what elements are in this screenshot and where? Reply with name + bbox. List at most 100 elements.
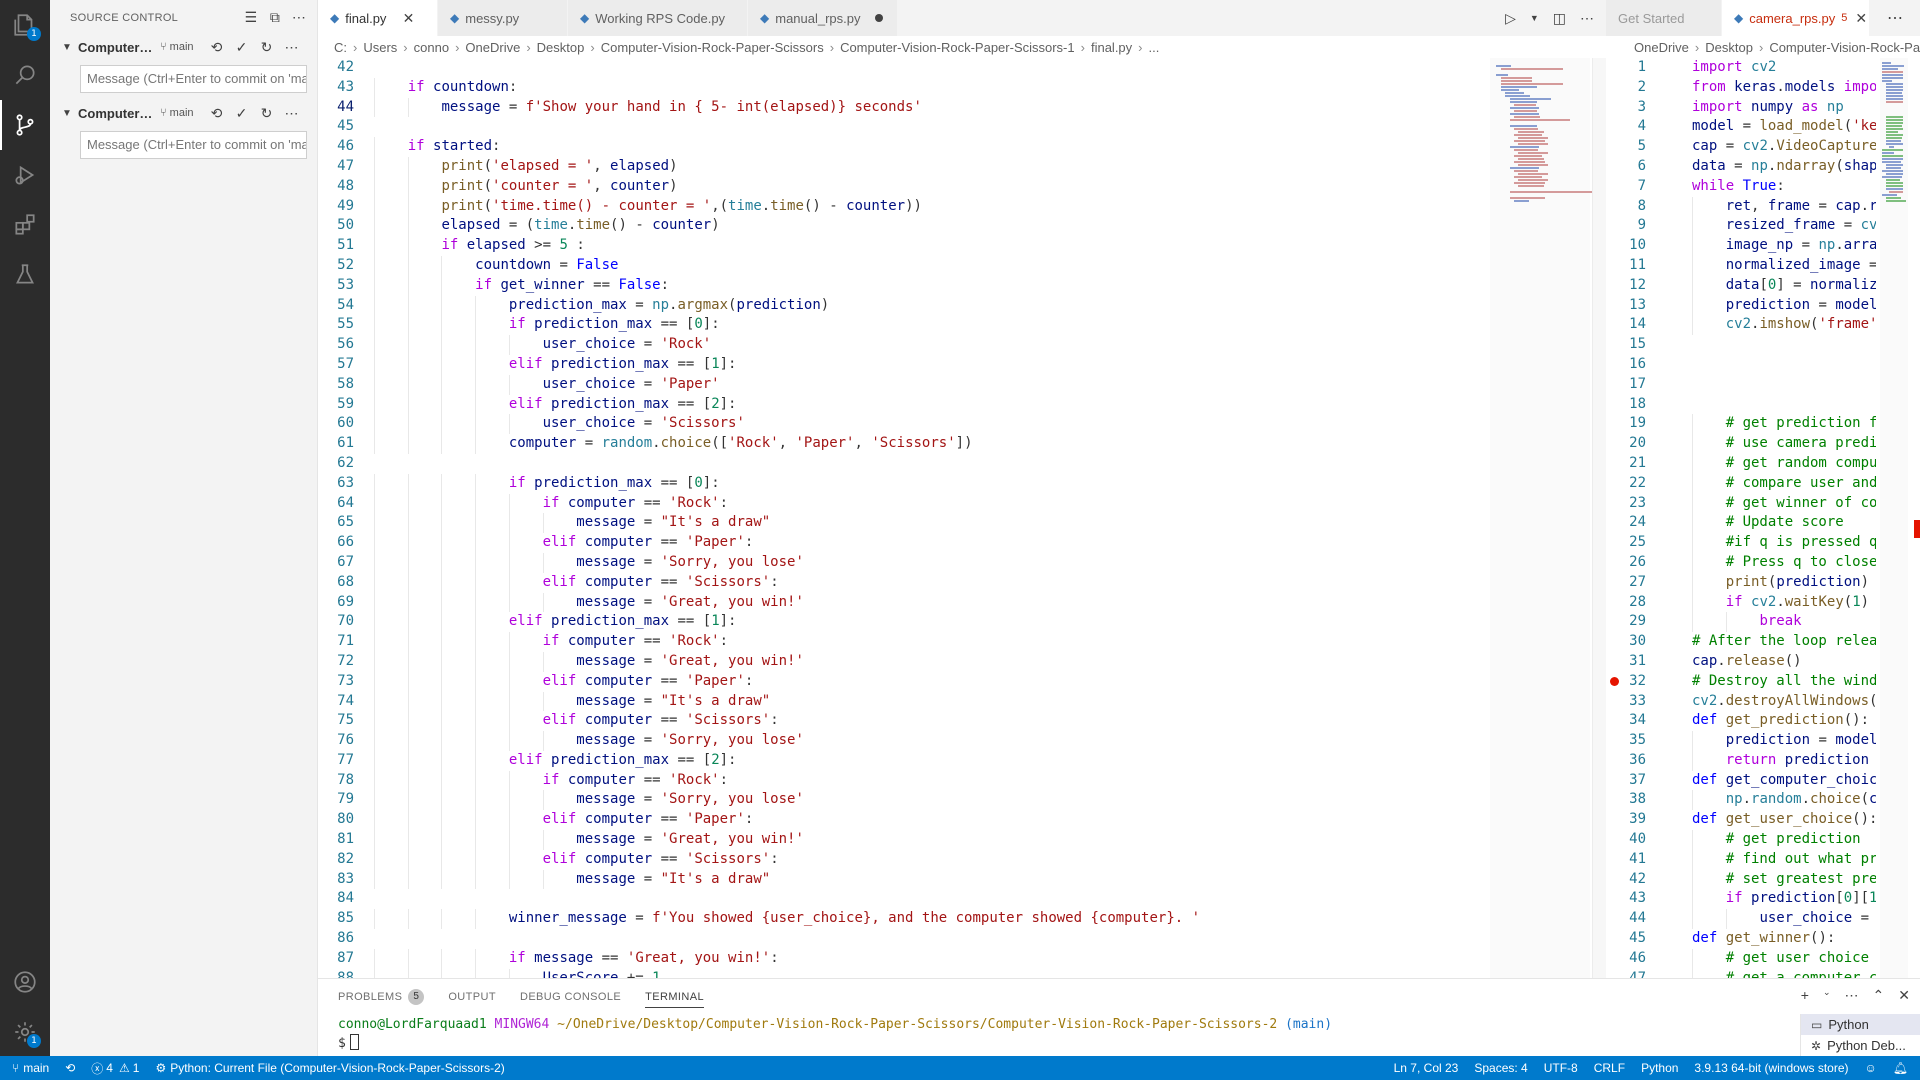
close-icon[interactable]: ✕ xyxy=(1898,987,1910,1004)
code-line[interactable]: 70 elif prediction_max == [1]: xyxy=(318,612,1606,633)
code-line[interactable]: 44 message = f'Show your hand in { 5- in… xyxy=(318,97,1606,118)
tab-debug-console[interactable]: DEBUG CONSOLE xyxy=(520,979,621,1014)
more-actions-icon[interactable]: ⋯ xyxy=(1580,10,1594,27)
commit-message-input[interactable]: Message (Ctrl+Enter to commit on 'main') xyxy=(80,65,307,93)
code-line[interactable]: 85 winner_message = f'You showed {user_c… xyxy=(318,909,1606,930)
tab-problems[interactable]: PROBLEMS 5 xyxy=(338,979,425,1014)
more-actions-icon[interactable]: ⋯ xyxy=(1845,987,1859,1004)
breadcrumb-item[interactable]: Users xyxy=(363,40,397,55)
code-line[interactable]: 12 data[0] = normalize xyxy=(1606,275,1876,296)
code-line[interactable]: 62 xyxy=(318,454,1606,474)
code-line[interactable]: 47 # get a computer choice xyxy=(1606,968,1876,978)
breadcrumb-item[interactable]: Computer-Vision-Rock-Paper-Scissors xyxy=(1769,40,1920,55)
code-line[interactable]: 63 if prediction_max == [0]: xyxy=(318,473,1606,494)
code-line[interactable]: 28 if cv2.waitKey(1) & xyxy=(1606,592,1876,613)
code-line[interactable]: 88 UserScore += 1 xyxy=(318,968,1606,978)
code-line[interactable]: 66 elif computer == 'Paper': xyxy=(318,533,1606,553)
code-line[interactable]: 58 user_choice = 'Paper' xyxy=(318,374,1606,395)
code-line[interactable]: 26 # Press q to close xyxy=(1606,552,1876,573)
breadcrumb-item[interactable]: conno xyxy=(414,40,449,55)
code-line[interactable]: 84 xyxy=(318,889,1606,909)
code-line[interactable]: 69 message = 'Great, you win!' xyxy=(318,592,1606,613)
code-line[interactable]: 74 message = "It's a draw" xyxy=(318,691,1606,712)
breadcrumb-item[interactable]: ... xyxy=(1149,40,1160,55)
code-line[interactable]: 13 prediction = model. xyxy=(1606,295,1876,316)
code-editor-right[interactable]: 1 import cv2 2 from keras.models import 3 imp… xyxy=(1606,58,1876,978)
code-line[interactable]: 48 print('counter = ', counter) xyxy=(318,176,1606,197)
code-line[interactable]: 27 print(prediction) xyxy=(1606,572,1876,593)
breadcrumb-item[interactable]: Computer-Vision-Rock-Paper-Scissors xyxy=(601,40,824,55)
more-actions-icon[interactable]: ⋯ xyxy=(279,105,304,122)
code-line[interactable]: 44 user_choice = ' xyxy=(1606,909,1876,930)
code-editor-left[interactable]: 42 43 if countdown: 44 message = f'Show yo… xyxy=(318,58,1606,978)
code-line[interactable]: 82 elif computer == 'Scissors': xyxy=(318,849,1606,870)
code-line[interactable]: 67 message = 'Sorry, you lose' xyxy=(318,552,1606,573)
status-run-config[interactable]: ⚙ Python: Current File (Computer-Vision-R… xyxy=(147,1056,512,1080)
code-line[interactable]: 34 def get_prediction(): xyxy=(1606,711,1876,731)
code-line[interactable]: 55 if prediction_max == [0]: xyxy=(318,315,1606,336)
commit-check-icon[interactable]: ✓ xyxy=(229,39,254,56)
tab-manual-rps[interactable]: ◆ manual_rps.py xyxy=(748,0,898,36)
commit-check-icon[interactable]: ✓ xyxy=(229,105,254,122)
status-encoding[interactable]: UTF-8 xyxy=(1536,1056,1586,1080)
code-line[interactable]: 57 elif prediction_max == [1]: xyxy=(318,354,1606,375)
collapse-all-icon[interactable]: ⧉ xyxy=(263,7,287,29)
tab-messy-py[interactable]: ◆ messy.py xyxy=(438,0,568,36)
breadcrumb-item[interactable]: C: xyxy=(334,40,347,55)
tab-final-py[interactable]: ◆ final.py ✕ xyxy=(318,0,438,36)
error-marker[interactable] xyxy=(1914,520,1920,538)
tab-output[interactable]: OUTPUT xyxy=(448,979,496,1014)
code-line[interactable]: 56 user_choice = 'Rock' xyxy=(318,335,1606,355)
code-line[interactable]: 25 #if q is pressed qu xyxy=(1606,533,1876,553)
code-line[interactable]: 16 xyxy=(1606,355,1876,375)
new-terminal-icon[interactable]: + xyxy=(1801,987,1809,1004)
breadcrumb-item[interactable]: Desktop xyxy=(1705,40,1753,55)
code-line[interactable]: 45 xyxy=(318,117,1606,137)
commit-message-input[interactable]: Message (Ctrl+Enter to commit on 'main') xyxy=(80,131,307,159)
terminal-output[interactable]: conno@LordFarquaad1 MINGW64 ~/OneDrive/D… xyxy=(318,1014,1920,1053)
search-icon[interactable] xyxy=(0,50,50,100)
code-line[interactable]: 87 if message == 'Great, you win!': xyxy=(318,948,1606,969)
code-line[interactable]: 78 if computer == 'Rock': xyxy=(318,770,1606,791)
chevron-down-icon[interactable]: ▼ xyxy=(1530,13,1539,23)
account-icon[interactable] xyxy=(0,957,50,1007)
terminal-list-item[interactable]: ▭ Python xyxy=(1801,1014,1920,1035)
settings-gear-icon[interactable]: 1 xyxy=(0,1007,50,1057)
more-actions-icon[interactable]: ⋯ xyxy=(1870,0,1920,36)
code-line[interactable]: 38 np.random.choice(ch xyxy=(1606,790,1876,811)
breadcrumb-item[interactable]: Computer-Vision-Rock-Paper-Scissors-1 xyxy=(840,40,1075,55)
code-line[interactable]: 54 prediction_max = np.argmax(prediction… xyxy=(318,295,1606,316)
split-editor-icon[interactable]: ◫ xyxy=(1553,10,1566,27)
maximize-panel-icon[interactable]: ⌃ xyxy=(1873,987,1885,1004)
code-line[interactable]: 46 # get user choice xyxy=(1606,948,1876,969)
chevron-down-icon[interactable]: ⌄ xyxy=(1823,987,1831,1004)
notifications-bell-icon[interactable]: 🔔︎ xyxy=(1885,1056,1920,1080)
code-line[interactable]: 79 message = 'Sorry, you lose' xyxy=(318,790,1606,811)
sync-icon[interactable]: ⟲ xyxy=(204,105,229,122)
status-branch[interactable]: ⑂ main xyxy=(0,1056,57,1080)
tab-camera-rps[interactable]: ◆ camera_rps.py 5 ✕ xyxy=(1722,0,1870,36)
code-line[interactable]: 86 xyxy=(318,929,1606,949)
code-line[interactable]: 15 xyxy=(1606,335,1876,355)
code-line[interactable]: 6 data = np.ndarray(shape xyxy=(1606,157,1876,177)
code-line[interactable]: 42 # set greatest pred xyxy=(1606,869,1876,890)
code-line[interactable]: 49 print('time.time() - counter = ',(tim… xyxy=(318,196,1606,217)
code-line[interactable]: 68 elif computer == 'Scissors': xyxy=(318,572,1606,593)
status-problems[interactable]: ⓧ 4 ⚠ 1 xyxy=(83,1056,147,1080)
code-line[interactable]: 5 cap = cv2.VideoCapture( xyxy=(1606,137,1876,157)
code-line[interactable]: 3 import numpy as np xyxy=(1606,98,1876,118)
code-line[interactable]: 61 computer = random.choice(['Rock', 'Pa… xyxy=(318,434,1606,454)
code-line[interactable]: 36 return prediction xyxy=(1606,750,1876,771)
code-line[interactable]: 17 xyxy=(1606,375,1876,395)
code-line[interactable]: 53 if get_winner == False: xyxy=(318,275,1606,296)
status-eol[interactable]: CRLF xyxy=(1586,1056,1633,1080)
code-line[interactable]: 23 # get winner of com xyxy=(1606,493,1876,514)
tab-terminal[interactable]: TERMINAL xyxy=(645,979,704,1014)
code-line[interactable]: 76 message = 'Sorry, you lose' xyxy=(318,731,1606,751)
tab-get-started[interactable]: Get Started xyxy=(1606,0,1722,36)
unsaved-dot-icon[interactable] xyxy=(874,14,883,22)
status-language[interactable]: Python xyxy=(1633,1056,1686,1080)
refresh-icon[interactable]: ↻ xyxy=(254,105,279,122)
minimap[interactable] xyxy=(1880,58,1908,978)
breadcrumb-item[interactable]: OneDrive xyxy=(1634,40,1689,55)
